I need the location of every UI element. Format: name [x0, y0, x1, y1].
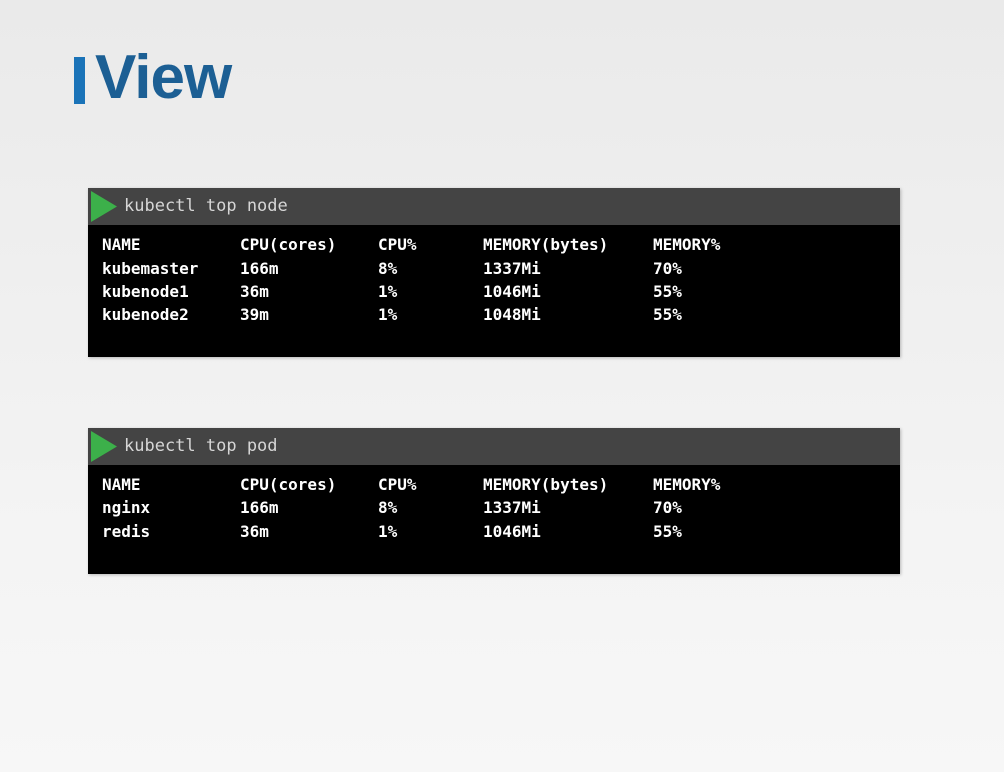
cell-cpu-cores: 39m: [240, 305, 269, 324]
table-row: nginx 166m 8% 1337Mi 70%: [102, 496, 882, 519]
terminal-header: kubectl top pod: [88, 428, 900, 465]
column-header-cpu-cores: CPU(cores): [240, 235, 337, 254]
terminal-output: NAME CPU(cores) CPU% MEMORY(bytes) MEMOR…: [88, 465, 900, 574]
column-header-memory-percent: MEMORY%: [653, 475, 721, 494]
cell-cpu-cores: 166m: [240, 259, 279, 278]
table-row: kubenode1 36m 1% 1046Mi 55%: [102, 280, 882, 303]
cell-name: kubemaster: [102, 259, 199, 278]
column-header-memory-bytes: MEMORY(bytes): [483, 235, 609, 254]
cell-cpu-percent: 8%: [378, 498, 398, 517]
cell-cpu-percent: 8%: [378, 259, 398, 278]
command-text: kubectl top pod: [124, 436, 278, 456]
cell-memory-bytes: 1046Mi: [483, 282, 541, 301]
cell-cpu-percent: 1%: [378, 522, 398, 541]
cell-memory-percent: 55%: [653, 305, 682, 324]
terminal-top-pod: kubectl top pod NAME CPU(cores) CPU% MEM…: [88, 428, 900, 574]
cell-cpu-percent: 1%: [378, 282, 398, 301]
terminal-header: kubectl top node: [88, 188, 900, 225]
cell-name: kubenode1: [102, 282, 189, 301]
table-row: redis 36m 1% 1046Mi 55%: [102, 520, 882, 543]
cell-cpu-cores: 36m: [240, 282, 269, 301]
column-header-memory-bytes: MEMORY(bytes): [483, 475, 609, 494]
column-header-memory-percent: MEMORY%: [653, 235, 721, 254]
cell-memory-percent: 55%: [653, 522, 682, 541]
cell-memory-percent: 55%: [653, 282, 682, 301]
play-icon: [91, 431, 117, 462]
table-row: kubenode2 39m 1% 1048Mi 55%: [102, 303, 882, 326]
column-header-cpu-cores: CPU(cores): [240, 475, 337, 494]
column-header-cpu-percent: CPU%: [378, 235, 417, 254]
table-row: kubemaster 166m 8% 1337Mi 70%: [102, 257, 882, 280]
cell-memory-bytes: 1337Mi: [483, 498, 541, 517]
column-header-cpu-percent: CPU%: [378, 475, 417, 494]
title-accent-bar: [74, 57, 85, 104]
column-header-name: NAME: [102, 475, 141, 494]
cell-cpu-cores: 36m: [240, 522, 269, 541]
cell-name: redis: [102, 522, 151, 541]
terminal-output: NAME CPU(cores) CPU% MEMORY(bytes) MEMOR…: [88, 225, 900, 357]
cell-memory-percent: 70%: [653, 498, 682, 517]
cell-cpu-cores: 166m: [240, 498, 279, 517]
terminal-top-node: kubectl top node NAME CPU(cores) CPU% ME…: [88, 188, 900, 357]
cell-memory-bytes: 1337Mi: [483, 259, 541, 278]
column-header-name: NAME: [102, 235, 141, 254]
slide-title: View: [95, 43, 232, 112]
table-header-row: NAME CPU(cores) CPU% MEMORY(bytes) MEMOR…: [102, 233, 882, 256]
command-text: kubectl top node: [124, 196, 288, 216]
cell-memory-percent: 70%: [653, 259, 682, 278]
table-header-row: NAME CPU(cores) CPU% MEMORY(bytes) MEMOR…: [102, 473, 882, 496]
cell-cpu-percent: 1%: [378, 305, 398, 324]
cell-name: kubenode2: [102, 305, 189, 324]
cell-memory-bytes: 1046Mi: [483, 522, 541, 541]
play-icon: [91, 191, 117, 222]
cell-memory-bytes: 1048Mi: [483, 305, 541, 324]
cell-name: nginx: [102, 498, 151, 517]
